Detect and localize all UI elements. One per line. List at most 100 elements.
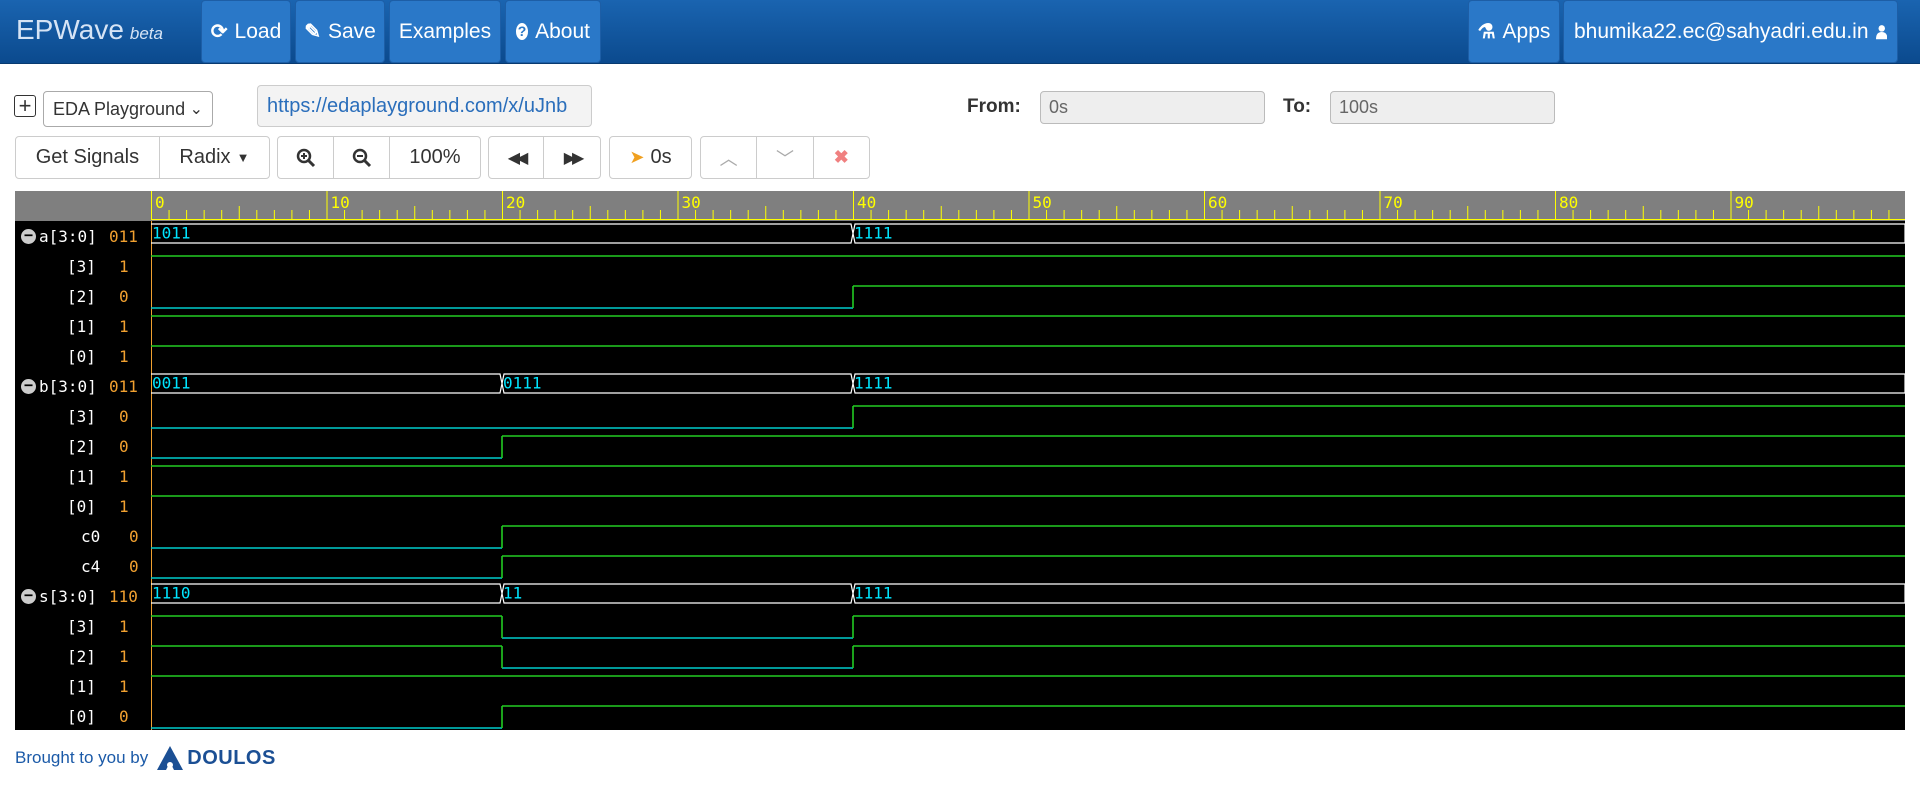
signal-name: [0] (67, 347, 96, 366)
signal-row-label[interactable]: c4 0 (15, 551, 151, 581)
zoom-level-display[interactable]: 100% (390, 137, 480, 178)
collapse-icon[interactable]: − (21, 228, 36, 244)
from-time-input[interactable]: 0s (1040, 91, 1265, 124)
collapse-icon[interactable]: − (21, 378, 36, 394)
bus-segment[interactable] (501, 373, 854, 394)
signal-row-label[interactable]: [2] 0 (15, 281, 151, 311)
signal-row-label[interactable]: − a[3:0] 011 (15, 221, 151, 251)
apps-button[interactable]: ⚗ Apps (1468, 0, 1560, 63)
signal-value: 0 (119, 407, 129, 426)
signal-row-label[interactable]: [2] 1 (15, 641, 151, 671)
waveform-viewer[interactable]: 0 10 20 30 40 50 60 70 80 90 − a[3:0] 011 [3] 1 [2] 0 [1… (15, 191, 1907, 731)
bus-segment[interactable] (151, 223, 854, 244)
signal-name: b[3:0] (39, 377, 97, 396)
cursor-button-group: ➤ 0s (609, 136, 692, 179)
edge-button-group: ︿ ﹀ ✖ (700, 136, 870, 179)
close-icon: ✖ (833, 147, 849, 167)
signal-name: [1] (67, 317, 96, 336)
source-select-value: EDA Playground (53, 98, 186, 119)
zoom-out-icon (352, 148, 371, 167)
bus-value-label: 1111 (854, 224, 893, 243)
radix-label: Radix (179, 146, 231, 168)
prev-edge-button[interactable]: ︿ (701, 137, 758, 178)
signal-value: 0 (119, 287, 129, 306)
signal-row-label[interactable]: [3] 1 (15, 251, 151, 281)
about-label: About (535, 19, 590, 43)
bus-segment[interactable] (501, 583, 854, 604)
get-signals-button[interactable]: Get Signals (16, 137, 160, 178)
doulos-logo[interactable]: DOULOS (156, 745, 276, 771)
signal-row-label[interactable]: [0] 1 (15, 341, 151, 371)
to-time-input[interactable]: 100s (1330, 91, 1555, 124)
zoom-button-group: 100% (277, 136, 481, 179)
examples-button[interactable]: Examples (389, 0, 501, 63)
signal-value: 0 (129, 527, 139, 546)
jump-end-button[interactable]: ▶▶ (544, 137, 600, 178)
signal-name: [3] (67, 257, 96, 276)
signal-name: s[3:0] (39, 587, 97, 606)
signal-value: 1 (119, 647, 129, 666)
signal-row-label[interactable]: − b[3:0] 011 (15, 371, 151, 401)
save-button[interactable]: ✎ Save (295, 0, 385, 63)
signal-row-label[interactable]: [2] 0 (15, 431, 151, 461)
signal-name: a[3:0] (39, 227, 97, 246)
bus-segment[interactable] (151, 583, 503, 604)
cursor-time-button[interactable]: ➤ 0s (610, 137, 691, 178)
user-menu-button[interactable]: bhumika22.ec@sahyadri.edu.in (1563, 0, 1898, 63)
signal-row-label[interactable]: [0] 1 (15, 491, 151, 521)
signal-value: 110 (109, 587, 138, 606)
about-button[interactable]: ? About (505, 0, 601, 63)
playground-url-link[interactable]: https://edaplayground.com/x/uJnb (257, 85, 592, 127)
location-arrow-icon: ➤ (629, 147, 645, 167)
bus-segment[interactable] (852, 373, 1905, 394)
bus-segment[interactable] (151, 373, 503, 394)
fast-forward-icon: ▶▶ (563, 149, 585, 167)
cursor-time-label: 0s (650, 146, 672, 168)
signal-row-label[interactable]: − s[3:0] 110 (15, 581, 151, 611)
fast-backward-icon: ◀◀ (507, 149, 529, 167)
bus-value-label: 1111 (854, 584, 893, 603)
signal-row-label[interactable]: [1] 1 (15, 311, 151, 341)
signal-name: [0] (67, 497, 96, 516)
signal-row-label[interactable]: [3] 0 (15, 401, 151, 431)
load-button[interactable]: ⟳ Load (201, 0, 291, 63)
flask-icon: ⚗ (1477, 21, 1496, 43)
bus-segment[interactable] (852, 583, 1905, 604)
signal-value: 1 (119, 617, 129, 636)
brand-logo[interactable]: EPWave beta (16, 14, 163, 46)
zoom-out-button[interactable] (334, 137, 390, 178)
bus-segment[interactable] (852, 223, 1905, 244)
zoom-in-button[interactable] (278, 137, 334, 178)
doulos-logo-text: DOULOS (187, 746, 276, 769)
signal-row-label[interactable]: [0] 0 (15, 701, 151, 731)
bus-value-label: 1011 (152, 224, 191, 243)
signal-row-label[interactable]: [3] 1 (15, 611, 151, 641)
save-label: Save (327, 19, 376, 43)
signal-row-label[interactable]: [1] 1 (15, 671, 151, 701)
collapse-icon[interactable]: − (21, 588, 36, 604)
to-label: To: (1283, 96, 1312, 117)
source-select[interactable]: EDA Playground ⌄ (43, 91, 213, 127)
signal-name: [2] (67, 647, 96, 666)
apps-label: Apps (1502, 19, 1551, 43)
signal-plot[interactable]: 1011 11110011 0111 11111110 11 1111 (151, 191, 1905, 730)
zoom-in-icon (296, 148, 315, 167)
clear-button[interactable]: ✖ (814, 137, 869, 178)
signal-name: c0 (81, 527, 101, 546)
signal-name: [0] (67, 707, 96, 726)
signal-value: 011 (109, 227, 138, 246)
navigate-button-group: ◀◀ ▶▶ (488, 136, 601, 179)
examples-label: Examples (398, 19, 492, 43)
bus-value-label: 11 (503, 584, 522, 603)
signal-row-label[interactable]: c0 0 (15, 521, 151, 551)
brand-name: EPWave (16, 14, 124, 45)
signal-row-label[interactable]: [1] 1 (15, 461, 151, 491)
signal-value: 011 (109, 377, 138, 396)
user-label: bhumika22.ec@sahyadri.edu.in (1574, 19, 1869, 43)
radix-dropdown[interactable]: Radix ▼ (160, 137, 269, 178)
jump-start-button[interactable]: ◀◀ (489, 137, 545, 178)
signal-value: 0 (119, 707, 129, 726)
expand-all-icon[interactable]: + (14, 95, 36, 117)
next-edge-button[interactable]: ﹀ (757, 137, 814, 178)
load-label: Load (234, 19, 282, 43)
